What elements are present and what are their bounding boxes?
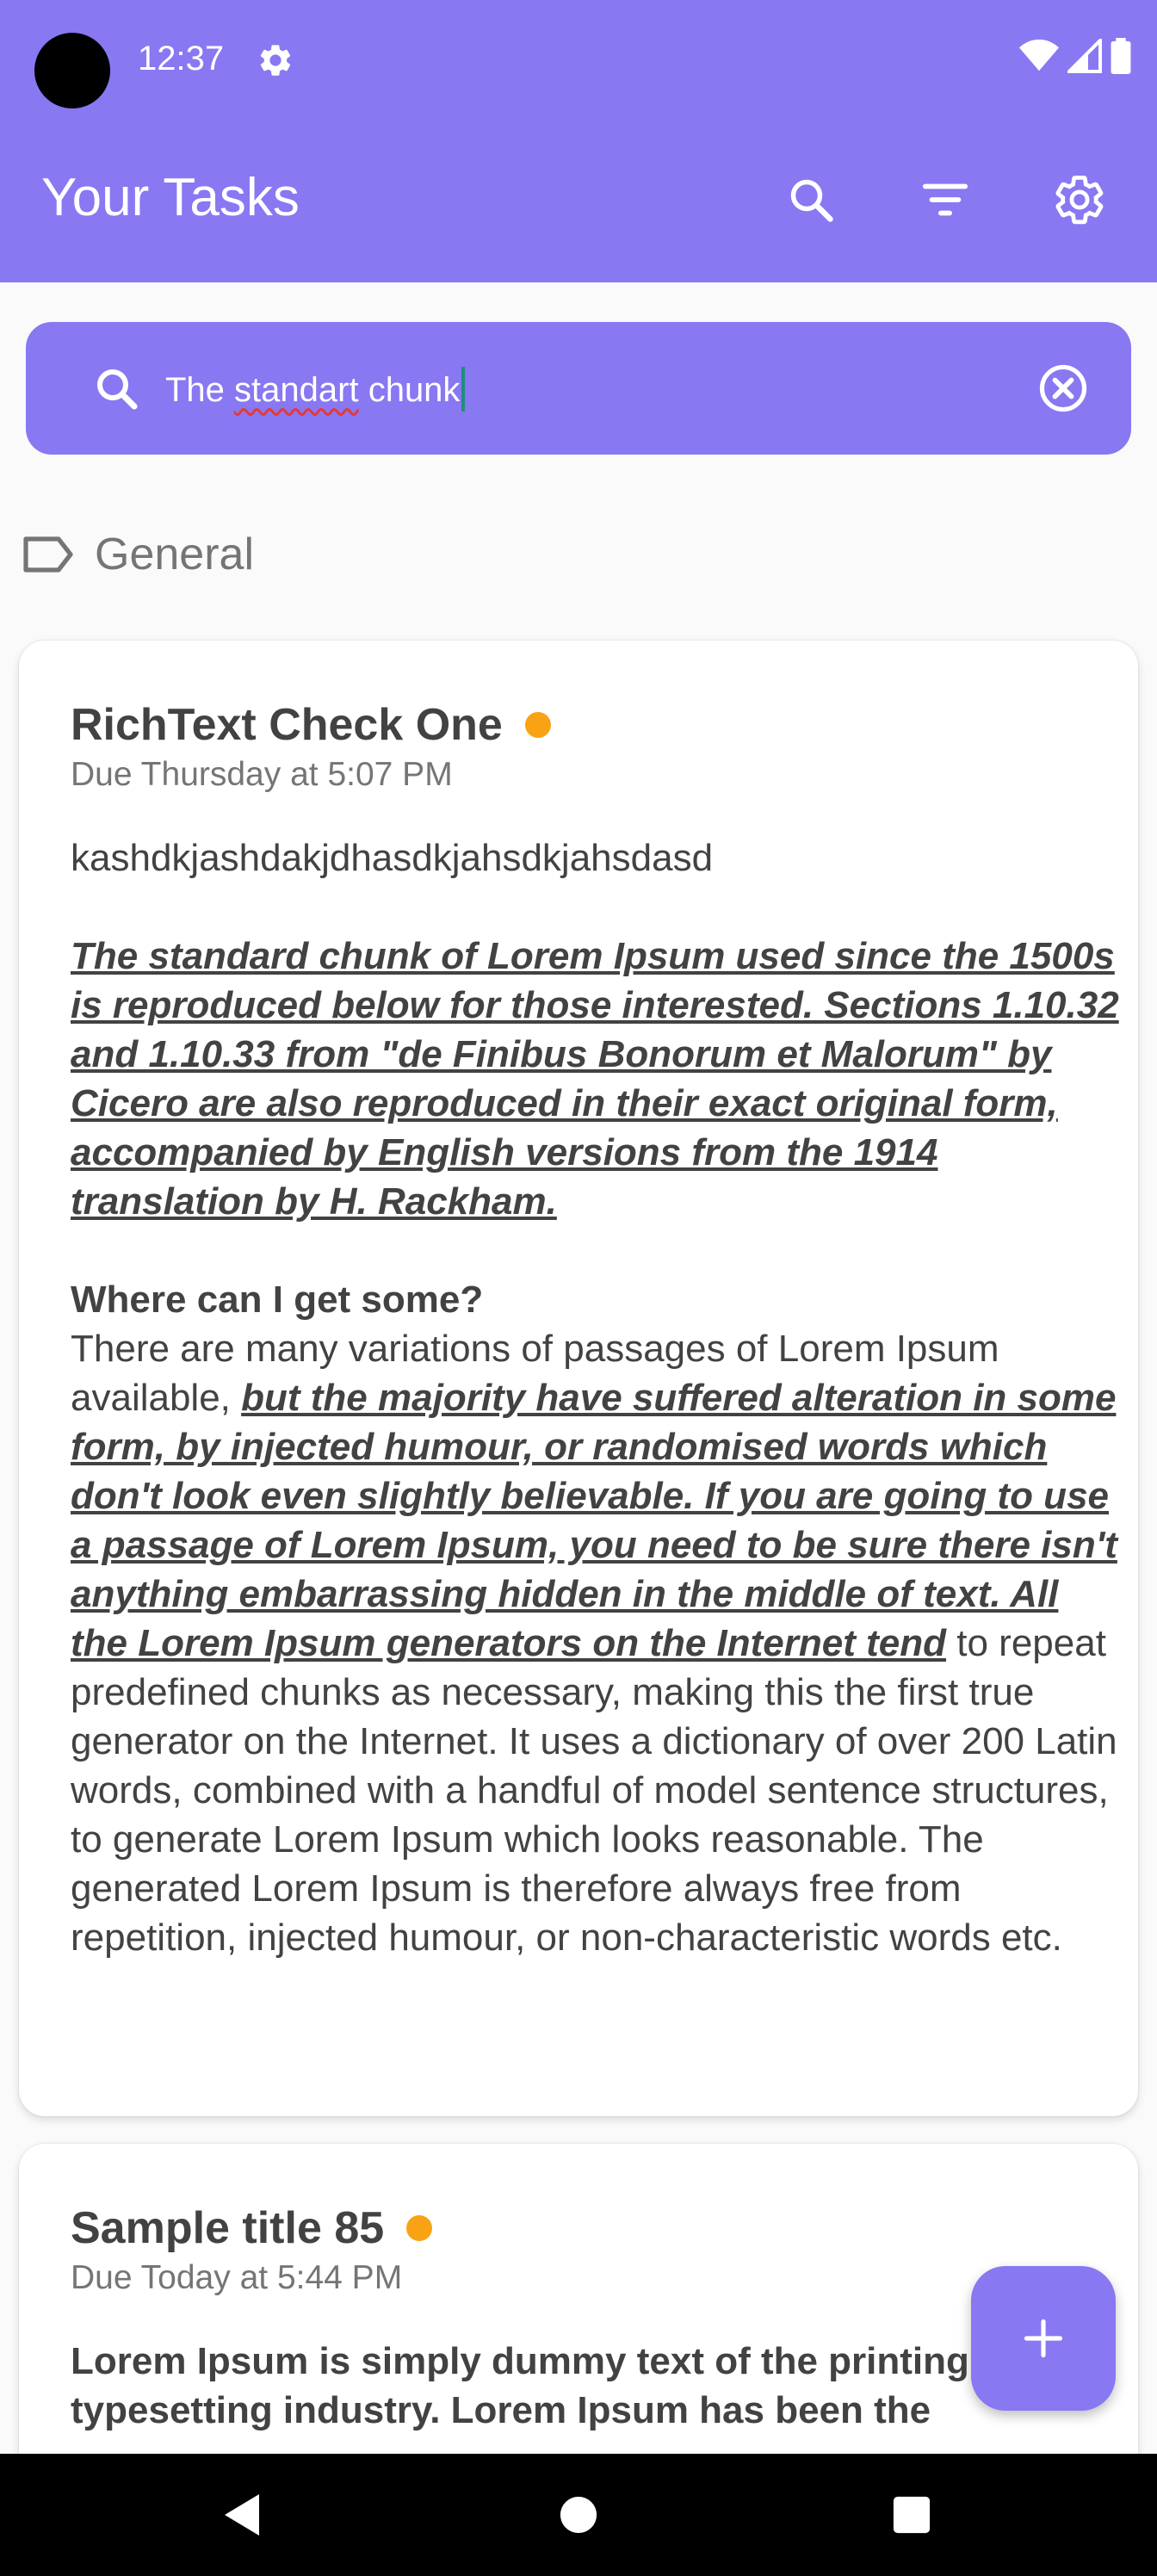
- task-title-row: Sample title 85: [71, 2202, 433, 2254]
- description-line: kashdkjashdakjdhasdkjahsdkjahsdasd: [71, 837, 714, 879]
- page-title: Your Tasks: [41, 168, 300, 227]
- system-navigation-bar: [0, 2454, 1157, 2576]
- back-triangle-icon: [225, 2494, 259, 2536]
- home-circle-icon: [560, 2496, 597, 2534]
- description-heading: Where can I get some?: [71, 1279, 484, 1321]
- task-title: Sample title 85: [71, 2203, 385, 2253]
- search-icon: [97, 369, 138, 410]
- task-due-date: Due Thursday at 5:07 PM: [71, 756, 453, 793]
- task-title-row: RichText Check One: [71, 699, 551, 751]
- clear-search-icon[interactable]: [1036, 362, 1090, 415]
- search-input[interactable]: The standart chunk: [165, 367, 466, 412]
- text-cursor: [461, 367, 466, 412]
- task-title: RichText Check One: [71, 700, 503, 750]
- task-card[interactable]: RichText Check One Due Thursday at 5:07 …: [19, 641, 1138, 2116]
- label-tag-icon: [23, 536, 73, 573]
- category-header: General: [22, 529, 254, 580]
- filter-button[interactable]: [914, 169, 976, 231]
- status-bar: 12:37: [0, 0, 1157, 117]
- camera-cutout: [34, 33, 110, 108]
- app-bar: Your Tasks: [0, 117, 1157, 282]
- wifi-icon: [1019, 39, 1059, 71]
- description-paragraph: There are many variations of passages of…: [71, 1324, 1121, 1962]
- search-icon: [790, 179, 833, 222]
- search-query-end: chunk: [358, 371, 461, 409]
- recents-square-icon: [893, 2496, 931, 2534]
- description-paragraph: The standard chunk of Lorem Ipsum used s…: [71, 935, 1119, 1223]
- search-button[interactable]: [780, 169, 842, 231]
- text-run: to repeat predefined chunks as necessary…: [71, 1622, 1117, 1959]
- add-task-button[interactable]: [971, 2266, 1116, 2411]
- task-description: Lorem Ipsum is simply dummy text of the …: [71, 2340, 1048, 2431]
- task-due-date: Due Today at 5:44 PM: [71, 2259, 403, 2296]
- battery-icon: [1111, 38, 1131, 74]
- priority-dot: [524, 712, 551, 738]
- filter-icon: [922, 183, 968, 216]
- status-time: 12:37: [138, 40, 225, 77]
- search-query-misspelled: standart: [234, 371, 359, 409]
- category-label: General: [95, 529, 254, 579]
- back-button[interactable]: [212, 2485, 272, 2545]
- search-query-start: The: [165, 371, 235, 409]
- recents-button[interactable]: [882, 2485, 942, 2545]
- priority-dot: [406, 2215, 433, 2241]
- text-run-emphasis: but the majority have suffered alteratio…: [71, 1377, 1117, 1664]
- gear-icon: [1055, 176, 1104, 225]
- plus-icon: [1024, 2319, 1063, 2358]
- home-button[interactable]: [548, 2485, 609, 2545]
- settings-button[interactable]: [1049, 169, 1111, 231]
- settings-notification-icon: [260, 45, 291, 76]
- task-description: kashdkjashdakjdhasdkjahsdkjahsdasd The s…: [71, 833, 1121, 1962]
- search-field[interactable]: The standart chunk: [26, 322, 1131, 455]
- cell-signal-icon: [1067, 39, 1102, 73]
